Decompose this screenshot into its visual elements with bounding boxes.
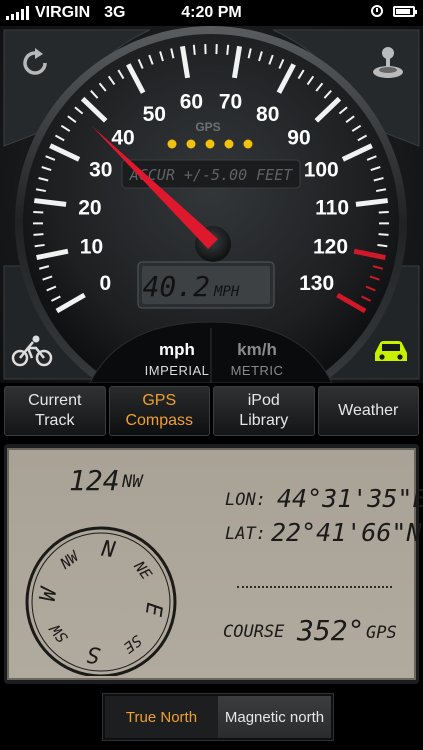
feature-tab-bar: Current Track GPS Compass iPod Library Weat… xyxy=(4,386,419,436)
course-value: 352° xyxy=(297,614,365,647)
minor-tick xyxy=(378,233,389,236)
speed-scale-label: 30 xyxy=(89,159,112,182)
minor-tick xyxy=(377,243,388,248)
speed-scale-label: 90 xyxy=(287,126,310,149)
speed-scale-label: 120 xyxy=(313,235,348,258)
metric-unit-button[interactable]: km/h METRIC xyxy=(192,334,322,382)
heading-value: 124 xyxy=(69,464,120,497)
speed-scale-label: 130 xyxy=(299,272,334,295)
signal-strength-icon xyxy=(6,6,29,20)
gps-signal-dot xyxy=(224,139,234,149)
minor-tick xyxy=(378,210,389,214)
metric-unit-label: km/h xyxy=(237,340,277,359)
minor-tick xyxy=(226,44,230,55)
car-mode-button[interactable] xyxy=(361,326,421,376)
tab-label-line2: Track xyxy=(35,412,75,429)
lat-value: 22°41'66"N xyxy=(271,518,422,547)
speed-readout: 40.2 xyxy=(143,270,210,303)
speed-scale-label: 70 xyxy=(219,91,242,114)
compass-rose-labels: N NE E SE S SW W NW xyxy=(36,537,167,668)
metric-system-label: METRIC xyxy=(230,363,284,378)
tab-current-track[interactable]: Current Track xyxy=(4,386,106,436)
gps-label: GPS xyxy=(195,120,220,134)
true-north-button[interactable]: True North xyxy=(105,696,218,738)
compass-direction-label: NW xyxy=(56,546,84,573)
joystick-button[interactable] xyxy=(359,34,417,92)
tab-gps-compass[interactable]: GPS Compass xyxy=(108,386,210,436)
speed-scale-label: 50 xyxy=(143,103,166,126)
tab-weather[interactable]: Weather xyxy=(317,386,419,436)
joystick-icon xyxy=(373,47,403,78)
heading-direction: NW xyxy=(122,472,143,492)
reset-button[interactable] xyxy=(6,34,64,92)
status-bar: VIRGIN 3G 4:20 PM xyxy=(0,0,423,26)
compass-direction-label: SW xyxy=(45,619,71,646)
minor-tick xyxy=(33,233,44,236)
speed-scale-label: 100 xyxy=(304,159,339,182)
north-reference-toggle: True North Magnetic north xyxy=(102,693,334,741)
minor-tick xyxy=(33,210,44,214)
bicycle-mode-button[interactable] xyxy=(2,326,62,376)
gps-signal-dot xyxy=(186,139,196,149)
tab-ipod-library[interactable]: iPod Library xyxy=(213,386,315,436)
minor-tick xyxy=(192,44,196,55)
clock-lock-icon xyxy=(371,5,383,17)
tab-label-line1: Weather xyxy=(338,402,399,419)
magnetic-north-button[interactable]: Magnetic north xyxy=(218,696,331,738)
course-label: COURSE xyxy=(223,622,285,642)
network-type: 3G xyxy=(104,4,126,21)
compass-lcd: 124 NW N NE E SE S SW W NW LON: 44°31'35"E LAT:… xyxy=(7,448,423,680)
compass-direction-label: N xyxy=(99,537,117,564)
gps-signal-dot xyxy=(243,139,253,149)
carrier-name: VIRGIN xyxy=(35,4,91,21)
speed-scale-label: 60 xyxy=(180,91,203,114)
speedometer-panel: 0 10 20 30 40 50 60 70 80 90 100 110 120 130 ACCUR +/… xyxy=(0,26,423,383)
refresh-icon xyxy=(23,48,47,75)
compass-direction-label: E xyxy=(140,601,167,618)
compass-direction-label: W xyxy=(36,585,63,603)
compass-direction-label: SE xyxy=(120,631,145,656)
gps-signal-dot xyxy=(205,139,215,149)
compass-direction-label: S xyxy=(85,641,102,668)
car-icon xyxy=(375,341,407,361)
compass-panel-frame: 124 NW N NE E SE S SW W NW LON: 44°31'35"E LAT:… xyxy=(4,444,423,684)
speed-unit-readout: MPH xyxy=(213,284,240,300)
speed-scale-label: 20 xyxy=(78,196,101,219)
course-source: GPS xyxy=(366,623,397,643)
lat-label: LAT: xyxy=(225,524,266,544)
speed-scale-label: 110 xyxy=(315,196,349,219)
lon-value: 44°31'35"E xyxy=(277,484,423,513)
speed-scale-label: 0 xyxy=(100,272,112,295)
compass-direction-label: NE xyxy=(130,557,156,583)
separator-dots xyxy=(237,586,392,588)
lon-label: LON: xyxy=(225,490,266,510)
speed-scale-label: 80 xyxy=(256,103,279,126)
speed-scale-label: 10 xyxy=(80,235,103,258)
gps-signal-dot xyxy=(167,139,177,149)
minor-tick xyxy=(34,243,45,248)
tab-label-line1: Current xyxy=(28,392,82,409)
speed-scale-label: 40 xyxy=(111,126,134,149)
compass-rose: N NE E SE S SW W NW xyxy=(25,526,177,676)
tab-label-line2: Library xyxy=(239,412,289,429)
battery-icon xyxy=(393,5,417,17)
tab-label-line1: GPS xyxy=(142,392,177,409)
tab-label-line1: iPod xyxy=(247,392,280,409)
tab-label-line2: Compass xyxy=(125,412,194,429)
bicycle-icon xyxy=(11,335,53,367)
